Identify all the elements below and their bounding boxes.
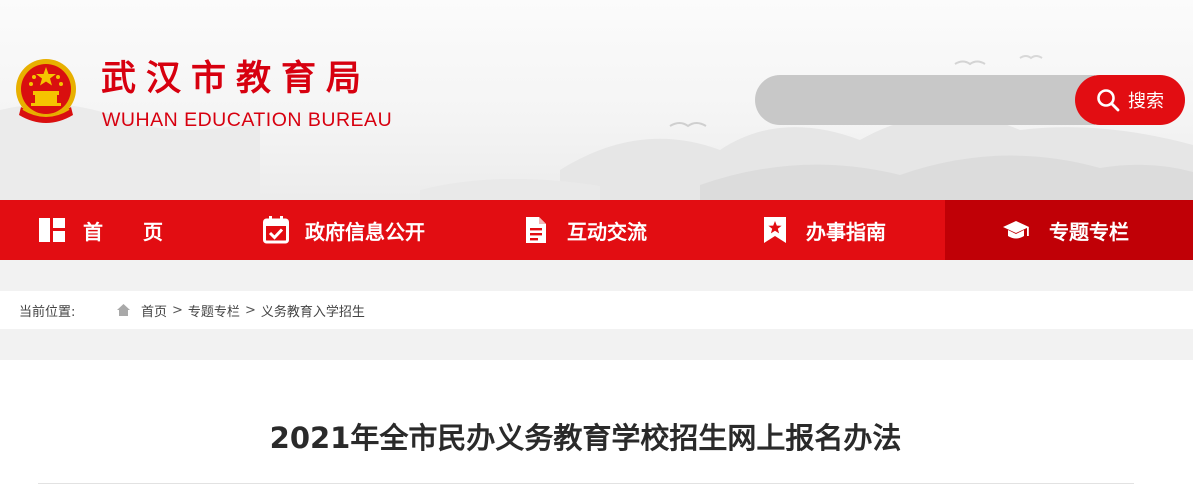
article-panel: 2021年全市民办义务教育学校招生网上报名办法 [0, 360, 1193, 487]
nav-item-guide[interactable]: 办事指南 [710, 200, 945, 260]
site-title: 武汉市教育局 [101, 59, 372, 99]
search-button[interactable]: 搜索 [1075, 75, 1185, 125]
home-icon [116, 303, 131, 317]
breadcrumb-link-enrollment[interactable]: 义务教育入学招生 [261, 301, 365, 320]
site-subtitle: WUHAN EDUCATION BUREAU [102, 109, 393, 131]
nav-item-home[interactable]: 首 页 [0, 200, 230, 260]
main-nav: 首 页 政府信息公开 互动交流 办事指南 专题专栏 [0, 200, 1193, 260]
search-input[interactable] [755, 75, 1095, 125]
nav-item-label: 互动交流 [567, 219, 647, 244]
breadcrumb-label: 当前位置: [19, 304, 76, 320]
search-box: 搜索 [755, 75, 1185, 125]
graduation-cap-icon [1003, 221, 1029, 239]
breadcrumb-link-home[interactable]: 首页 [141, 301, 167, 320]
site-header: 武汉市教育局 WUHAN EDUCATION BUREAU 搜索 [0, 0, 1193, 200]
home-grid-icon [39, 218, 65, 242]
nav-item-label: 专题专栏 [1049, 219, 1129, 244]
calendar-check-icon [263, 216, 289, 244]
nav-item-label: 首 页 [83, 219, 163, 244]
article-title: 2021年全市民办义务教育学校招生网上报名办法 [269, 421, 902, 455]
nav-item-label: 政府信息公开 [305, 219, 425, 244]
search-icon [1097, 89, 1120, 112]
search-button-label: 搜索 [1128, 91, 1164, 112]
breadcrumb-link-special-topics[interactable]: 专题专栏 [188, 301, 240, 320]
breadcrumb-separator: > [172, 302, 183, 318]
nav-item-label: 办事指南 [806, 219, 886, 244]
document-icon [526, 217, 546, 243]
nav-item-gov-info[interactable]: 政府信息公开 [230, 200, 470, 260]
bookmark-star-icon [764, 217, 786, 243]
breadcrumb: 当前位置: 首页 > 专题专栏 > 义务教育入学招生 [0, 291, 1193, 329]
title-divider [38, 483, 1134, 484]
national-emblem-icon [16, 59, 76, 123]
breadcrumb-separator: > [244, 302, 256, 318]
nav-item-special-topics[interactable]: 专题专栏 [945, 200, 1193, 260]
nav-item-interaction[interactable]: 互动交流 [470, 200, 710, 260]
